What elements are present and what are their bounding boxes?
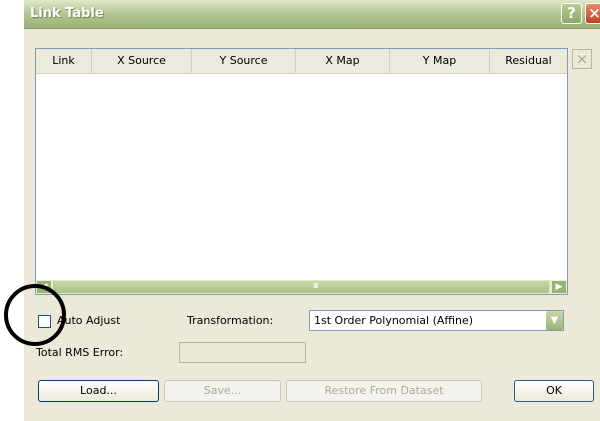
arrow-left-icon[interactable]: ◀ — [36, 280, 52, 294]
load-button[interactable]: Load... — [38, 380, 159, 402]
auto-adjust-checkbox[interactable] — [38, 315, 51, 328]
column-header-y-map[interactable]: Y Map — [390, 49, 490, 73]
link-table-dialog: Link Table ? × Link X Source Y Source X … — [24, 0, 600, 421]
close-icon[interactable]: × — [585, 3, 600, 24]
column-header-x-source[interactable]: X Source — [92, 49, 192, 73]
column-header-residual[interactable]: Residual — [490, 49, 567, 73]
auto-adjust-label[interactable]: Auto Adjust — [57, 314, 120, 327]
transformation-value: 1st Order Polynomial (Affine) — [314, 314, 474, 327]
horizontal-scrollbar[interactable]: ◀ IIII ▶ — [36, 280, 567, 294]
scrollbar-grip: IIII — [313, 282, 318, 290]
save-button[interactable]: Save... — [164, 380, 281, 402]
arrow-right-icon[interactable]: ▶ — [551, 280, 567, 294]
chevron-down-icon[interactable]: ▼ — [546, 311, 563, 330]
column-header-link[interactable]: Link — [36, 49, 92, 73]
table-header: Link X Source Y Source X Map Y Map Resid… — [36, 49, 567, 74]
help-icon[interactable]: ? — [561, 3, 582, 24]
link-table[interactable]: Link X Source Y Source X Map Y Map Resid… — [35, 48, 568, 295]
ok-button[interactable]: OK — [514, 380, 594, 402]
scrollbar-thumb[interactable]: IIII — [53, 281, 549, 293]
dialog-title: Link Table — [30, 6, 104, 21]
transformation-select[interactable]: 1st Order Polynomial (Affine) ▼ — [309, 310, 564, 331]
column-header-y-source[interactable]: Y Source — [192, 49, 296, 73]
title-bar[interactable]: Link Table ? × — [24, 0, 600, 29]
total-rms-error-field — [179, 342, 306, 363]
total-rms-error-label: Total RMS Error: — [36, 346, 124, 359]
transformation-label: Transformation: — [187, 314, 274, 327]
column-header-x-map[interactable]: X Map — [296, 49, 390, 73]
delete-link-icon[interactable]: × — [572, 49, 592, 69]
restore-from-dataset-button[interactable]: Restore From Dataset — [286, 380, 482, 402]
